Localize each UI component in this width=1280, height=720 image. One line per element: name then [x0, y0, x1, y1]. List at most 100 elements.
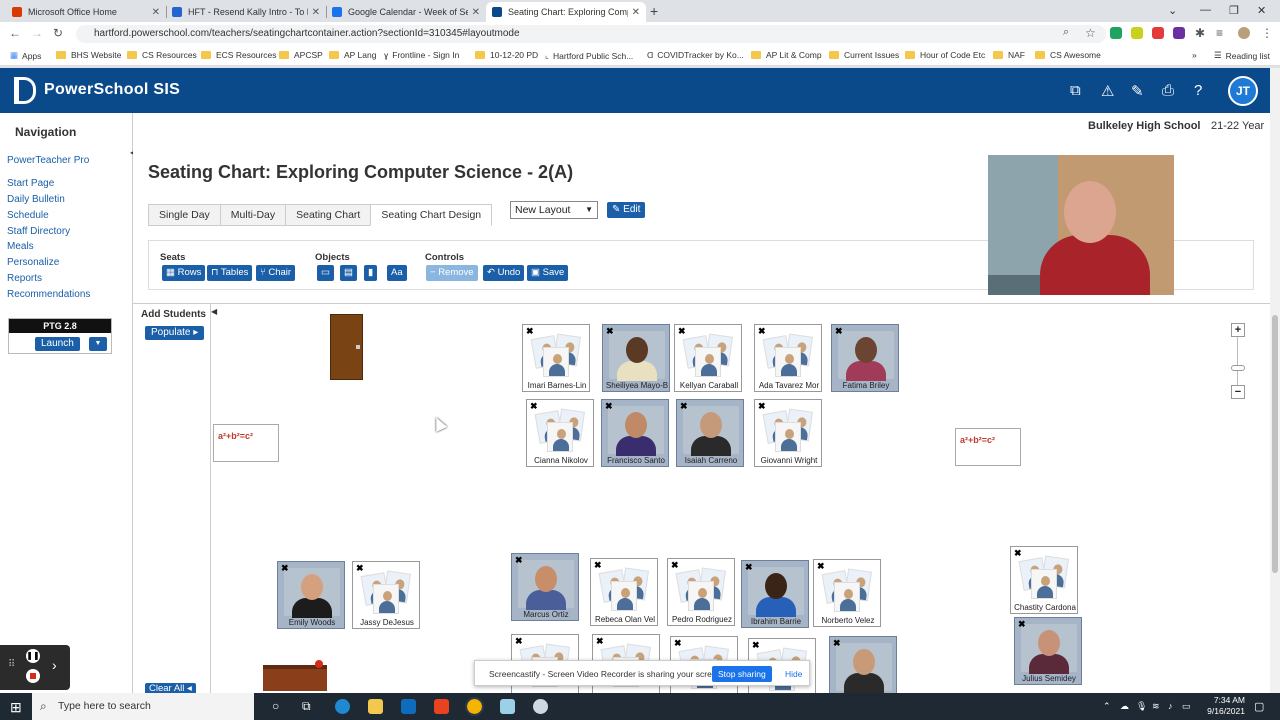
student-seat[interactable]: ✖ Cianna Nikolov	[526, 399, 594, 467]
browser-tab-seating-chart[interactable]: Seating Chart: Exploring Comput ✕	[486, 2, 646, 22]
tab-multi-day[interactable]: Multi-Day	[219, 204, 287, 226]
browser-tab-todo[interactable]: HFT - Resend Kally Intro - To Do ✕	[166, 2, 326, 22]
help-icon[interactable]: ?	[1194, 82, 1202, 99]
chevron-down-icon[interactable]: ▼	[89, 337, 107, 351]
door-object[interactable]	[330, 314, 363, 380]
save-button[interactable]: ▣ Save	[527, 265, 569, 281]
powerschool-logo[interactable]	[14, 77, 36, 104]
taskbar-clock[interactable]: 7:34 AM 9/16/2021	[1195, 695, 1245, 717]
student-seat[interactable]: ✖ Norberto Velez	[813, 559, 881, 627]
extension-screencastify-icon[interactable]	[1152, 27, 1164, 39]
extensions-puzzle-icon[interactable]: ✱	[1195, 26, 1205, 40]
close-icon[interactable]: ✕	[312, 7, 320, 18]
pause-icon[interactable]: ❚❚	[26, 649, 40, 663]
remove-seat-icon[interactable]: ✖	[1018, 619, 1026, 630]
student-seat[interactable]: ✖ Rebeca Olan Vel	[590, 558, 658, 626]
bookmark-item[interactable]: APCSP	[279, 50, 323, 60]
student-seat[interactable]: ✖ Isaiah Carreno	[676, 399, 744, 467]
windows-start-icon[interactable]: ⊞	[10, 699, 22, 716]
zoom-in-button[interactable]: +	[1231, 323, 1245, 337]
remove-seat-icon[interactable]: ✖	[515, 555, 523, 566]
microphone-icon[interactable]: 🎙	[1136, 701, 1147, 712]
student-seat[interactable]: ✖ Marcus Ortiz	[511, 553, 579, 621]
remove-seat-icon[interactable]: ✖	[758, 401, 766, 412]
remove-seat-icon[interactable]: ✖	[817, 561, 825, 572]
remove-button[interactable]: − Remove	[426, 265, 478, 281]
remove-seat-icon[interactable]: ✖	[674, 638, 682, 649]
nav-meals[interactable]: Meals	[7, 241, 34, 252]
reading-list-queue-icon[interactable]: ≡	[1216, 26, 1223, 40]
file-explorer-icon[interactable]	[368, 699, 383, 714]
battery-icon[interactable]: ▭	[1182, 701, 1191, 712]
school-year[interactable]: 21-22 Year	[1211, 120, 1264, 132]
app-icon[interactable]	[500, 699, 515, 714]
stop-recording-icon[interactable]	[26, 669, 40, 683]
bookmark-item[interactable]: CS Awesome	[1035, 50, 1101, 60]
remove-seat-icon[interactable]: ✖	[680, 401, 688, 412]
remove-seat-icon[interactable]: ✖	[833, 638, 841, 649]
page-scrollbar[interactable]	[1270, 68, 1280, 303]
nav-recommendations[interactable]: Recommendations	[7, 289, 90, 300]
door-object-button[interactable]: ▮	[364, 265, 378, 281]
bookmark-apps[interactable]: ▦ Apps	[10, 50, 41, 61]
remove-seat-icon[interactable]: ✖	[758, 326, 766, 337]
remove-seat-icon[interactable]: ✖	[530, 401, 538, 412]
hide-button[interactable]: Hide	[785, 669, 802, 679]
minimize-icon[interactable]: —	[1200, 4, 1211, 16]
remove-seat-icon[interactable]: ✖	[835, 326, 843, 337]
remove-seat-icon[interactable]: ✖	[671, 560, 679, 571]
student-seat[interactable]: ✖ Giovanni Wright	[754, 399, 822, 467]
bookmark-item[interactable]: ECS Resources	[201, 50, 276, 60]
whiteboard-object-left[interactable]: a²+b²=c²	[213, 424, 279, 462]
browser-tab-office[interactable]: Microsoft Office Home ✕	[6, 2, 166, 22]
close-icon[interactable]: ✕	[152, 7, 160, 18]
alert-icon[interactable]: ⚠	[1101, 82, 1114, 100]
task-view-icon[interactable]: ⧉	[302, 699, 311, 714]
student-seat[interactable]: ✖ Emily Woods	[277, 561, 345, 629]
remove-seat-icon[interactable]: ✖	[594, 560, 602, 571]
volume-icon[interactable]: ♪	[1168, 701, 1173, 711]
populate-button[interactable]: Populate ▸	[145, 326, 205, 340]
tables-button[interactable]: ⊓ Tables	[207, 265, 253, 281]
drag-handle-icon[interactable]: ⠿	[8, 659, 15, 670]
student-seat[interactable]: ✖ Julius Semidey	[1014, 617, 1082, 685]
bookmarks-overflow-icon[interactable]: »	[1192, 50, 1197, 60]
remove-seat-icon[interactable]: ✖	[526, 326, 534, 337]
remove-seat-icon[interactable]: ✖	[745, 562, 753, 573]
tab-single-day[interactable]: Single Day	[148, 204, 221, 226]
extension-icon[interactable]	[1173, 27, 1185, 39]
expand-arrow-icon[interactable]: ›	[52, 657, 57, 673]
avatar[interactable]: JT	[1228, 76, 1258, 106]
remove-seat-icon[interactable]: ✖	[752, 640, 760, 651]
wifi-icon[interactable]: ≋	[1152, 701, 1160, 712]
bookmark-item[interactable]: Current Issues	[829, 50, 899, 60]
bookmark-item[interactable]: Hour of Code Etc	[905, 50, 985, 60]
layout-select[interactable]: New Layout ▼	[510, 201, 598, 219]
whiteboard-object-button[interactable]: ▭	[317, 265, 334, 281]
tab-seating-chart-design[interactable]: Seating Chart Design	[370, 204, 493, 226]
nav-personalize[interactable]: Personalize	[7, 257, 59, 268]
browser-tab-calendar[interactable]: Google Calendar - Week of Septe ✕	[326, 2, 486, 22]
student-seat[interactable]: ✖ Jassy DeJesus	[352, 561, 420, 629]
rows-button[interactable]: ▦ Rows	[162, 265, 206, 281]
close-window-icon[interactable]: ✕	[1257, 4, 1266, 17]
text-object-button[interactable]: Aa	[387, 265, 407, 281]
collapse-panel-icon[interactable]: ◀	[211, 307, 217, 316]
print-icon[interactable]: ⎙	[1162, 82, 1174, 99]
close-icon[interactable]: ✕	[632, 7, 640, 18]
remove-seat-icon[interactable]: ✖	[605, 401, 613, 412]
school-name[interactable]: Bulkeley High School	[1088, 120, 1200, 132]
student-seat[interactable]: ✖ Imari Barnes-Lin	[522, 324, 590, 392]
close-icon[interactable]: ✕	[472, 7, 480, 18]
student-seat[interactable]: ✖ Chastity Cardona	[1010, 546, 1078, 614]
back-icon[interactable]: ←	[9, 26, 21, 40]
remove-seat-icon[interactable]: ✖	[1014, 548, 1022, 559]
teacher-desk-object[interactable]	[263, 665, 327, 691]
new-tab-button[interactable]: +	[650, 3, 658, 19]
nav-staff-directory[interactable]: Staff Directory	[7, 226, 70, 237]
bookmark-item[interactable]: AP Lit & Comp	[751, 50, 822, 60]
cortana-icon[interactable]: ○	[272, 699, 279, 713]
onedrive-icon[interactable]: ☁	[1120, 701, 1129, 712]
bookmark-item[interactable]: ⌞ Hartford Public Sch...	[545, 50, 633, 61]
forward-icon[interactable]: →	[31, 26, 43, 40]
